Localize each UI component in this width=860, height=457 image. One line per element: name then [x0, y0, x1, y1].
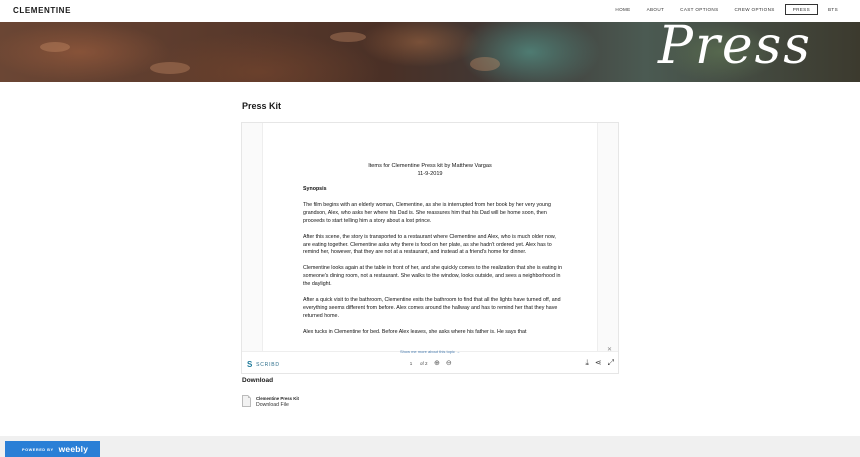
nav-item-home[interactable]: HOME — [609, 4, 636, 15]
document-paragraph: Clementine looks again at the table in f… — [303, 265, 563, 288]
nav-item-about[interactable]: ABOUT — [641, 4, 671, 15]
download-file-link[interactable]: Download File — [256, 402, 289, 408]
viewer-toolbar: Show me more about this topic → ✕ S SCRI… — [242, 347, 618, 373]
document-title: Items for Clementine Press kit by Matthe… — [368, 163, 492, 169]
zoom-out-icon[interactable]: ⊖ — [446, 359, 452, 367]
site-logo[interactable]: CLEMENTINE — [13, 6, 71, 15]
document-paragraph: After this scene, the story is transport… — [303, 233, 556, 256]
hero-texture — [330, 32, 366, 42]
hero-texture — [150, 62, 190, 74]
document-viewer[interactable]: Items for Clementine Press kit by Matthe… — [241, 122, 619, 374]
zoom-in-icon[interactable]: ⊕ — [434, 359, 440, 367]
hero-title: Press — [658, 22, 812, 76]
fullscreen-icon[interactable]: ⤢ — [608, 358, 614, 368]
nav-item-press[interactable]: PRESS — [784, 4, 819, 15]
file-name: Clementine Press Kit — [256, 396, 299, 401]
zoom-controls: ⊕ ⊖ — [434, 359, 458, 367]
page-indicator: 1 of 2 — [406, 361, 428, 366]
weebly-badge[interactable]: POWERED BY weebly — [5, 441, 100, 457]
document-body: Synopsis The film begins with an elderly… — [303, 186, 563, 345]
scribd-logo[interactable]: S SCRIBD — [247, 360, 280, 369]
top-navigation: CLEMENTINE HOME ABOUT CAST OPTIONS CREW … — [0, 0, 860, 22]
synopsis-heading: Synopsis — [303, 186, 327, 192]
document-heading: Items for Clementine Press kit by Matthe… — [263, 163, 597, 178]
close-icon[interactable]: ✕ — [607, 346, 612, 353]
share-icon[interactable]: ⋖ — [595, 358, 602, 368]
footer — [0, 436, 860, 457]
hero-texture — [470, 57, 500, 71]
scribd-brand: SCRIBD — [256, 361, 280, 368]
document-date: 11-9-2019 — [417, 170, 443, 177]
weebly-logo: weebly — [58, 444, 89, 454]
document-paragraph: After a quick visit to the bathroom, Cle… — [303, 297, 561, 319]
download-icon[interactable]: ⤓ — [585, 358, 589, 368]
document-paragraph: Alex tucks in Clementine for bed. Before… — [303, 328, 527, 335]
viewer-tools: ⤓ ⋖ ⤢ — [579, 358, 614, 368]
more-about-topic-link[interactable]: Show me more about this topic → — [242, 349, 618, 354]
hero-banner: Press — [0, 22, 860, 82]
page-number-input[interactable]: 1 — [406, 361, 416, 366]
section-title: Press Kit — [242, 101, 282, 111]
page-total: of 2 — [420, 361, 428, 366]
scribd-icon: S — [247, 360, 254, 369]
download-heading: Download — [242, 377, 274, 384]
nav-item-cast-options[interactable]: CAST OPTIONS — [674, 4, 724, 15]
document-page: Items for Clementine Press kit by Matthe… — [262, 123, 598, 353]
file-icon[interactable] — [242, 395, 251, 407]
nav-menu: HOME ABOUT CAST OPTIONS CREW OPTIONS PRE… — [605, 4, 844, 15]
nav-item-crew-options[interactable]: CREW OPTIONS — [729, 4, 781, 15]
powered-by-label: POWERED BY — [22, 446, 54, 452]
hero-texture — [40, 42, 70, 52]
nav-item-bts[interactable]: BTS — [822, 4, 844, 15]
document-paragraph: The film begins with an elderly woman, C… — [303, 201, 551, 224]
